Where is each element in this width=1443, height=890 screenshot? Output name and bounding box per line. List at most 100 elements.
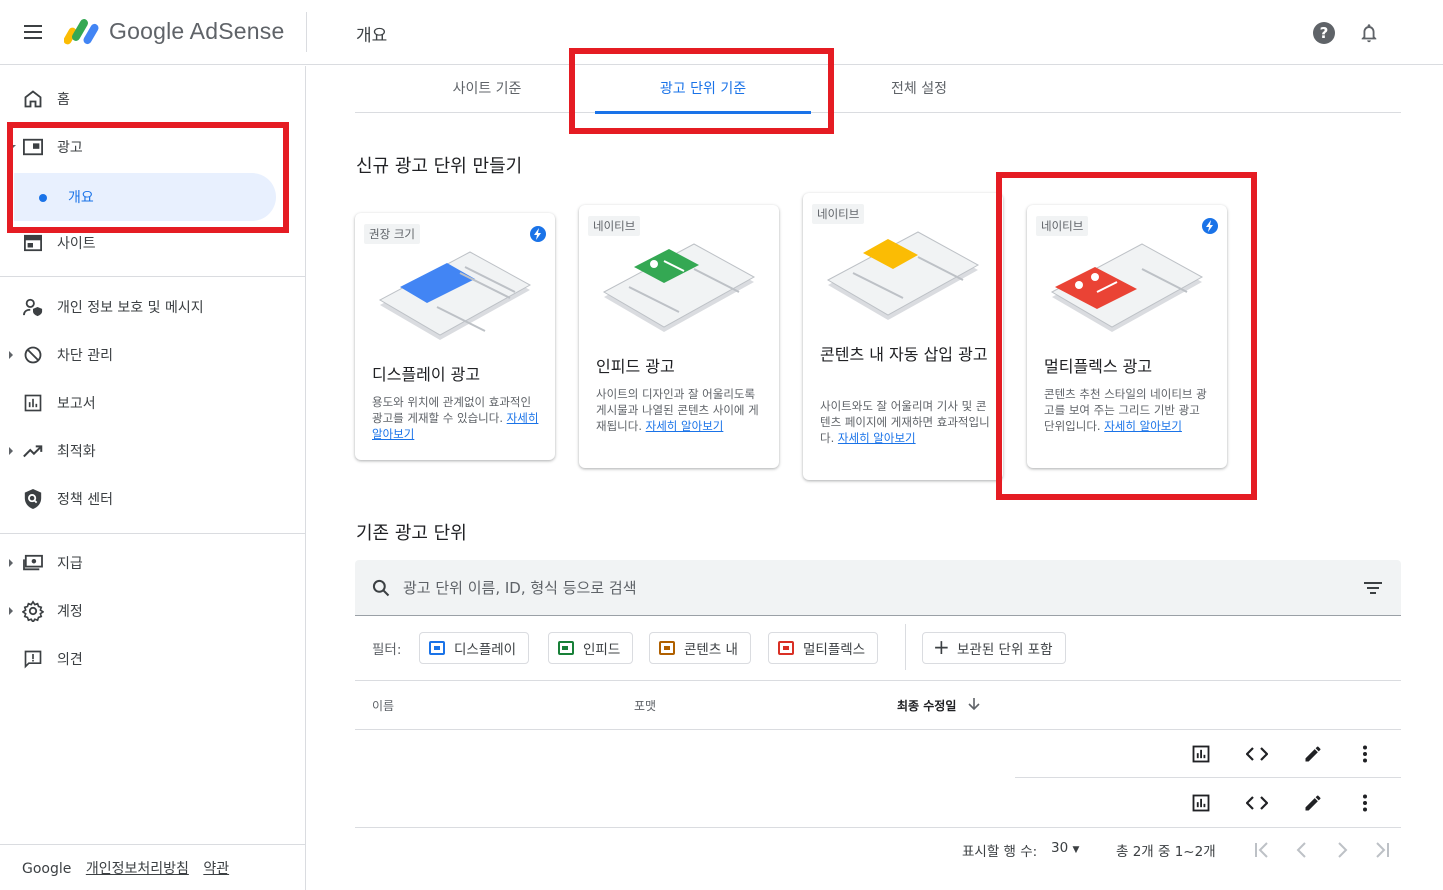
search-input[interactable]	[403, 576, 1303, 600]
notifications-icon[interactable]	[1358, 21, 1380, 45]
previous-page-icon[interactable]	[1290, 838, 1314, 862]
sidebar-item-reports[interactable]: 보고서	[0, 383, 306, 423]
filter-label: 필터:	[372, 642, 402, 658]
more-vert-icon[interactable]	[1353, 742, 1377, 766]
sidebar-item-privacy[interactable]: 개인 정보 보호 및 메시지	[0, 287, 306, 327]
privacy-icon	[22, 296, 44, 318]
sidebar-item-blocking[interactable]: 차단 관리	[0, 335, 306, 375]
sidebar-item-ads[interactable]: 광고	[0, 127, 306, 167]
phone-illustration	[378, 251, 532, 340]
sites-icon	[22, 232, 44, 254]
divider	[0, 844, 306, 845]
first-page-icon[interactable]	[1250, 838, 1274, 862]
rows-per-page-select[interactable]: 30 ▼	[1051, 840, 1079, 856]
arrow-down-icon[interactable]	[967, 697, 981, 711]
multiplex-ad-card[interactable]: 네이티브 멀티플렉스 광고 콘텐츠 추천 스타일의 네이티브 광고를 보여 주는…	[1027, 205, 1227, 468]
divider	[0, 276, 306, 277]
expand-arrow-icon	[9, 559, 13, 567]
table-row[interactable]	[355, 730, 1401, 778]
sidebar-item-payments[interactable]: 지급	[0, 543, 306, 583]
filter-chip-multiplex[interactable]: 멀티플렉스	[768, 632, 879, 664]
code-icon[interactable]	[1245, 742, 1269, 766]
code-icon[interactable]	[1245, 791, 1269, 815]
card-description: 콘텐츠 추천 스타일의 네이티브 광고를 보여 주는 그리드 기반 광고 단위입…	[1044, 387, 1207, 433]
bolt-icon	[530, 226, 546, 242]
sidebar-item-feedback[interactable]: 의견	[0, 639, 306, 679]
sidebar-item-sites[interactable]: 사이트	[0, 223, 306, 263]
report-icon[interactable]	[1189, 742, 1213, 766]
filter-chip-label: 콘텐츠 내	[684, 642, 738, 658]
divider	[306, 12, 307, 52]
sidebar-footer: Google 개인정보처리방침 약관	[22, 858, 229, 878]
card-description: 사이트와도 잘 어울리며 기사 및 콘텐츠 페이지에 게재하면 효과적입니다. …	[820, 399, 990, 445]
help-icon[interactable]: ?	[1313, 22, 1335, 44]
next-page-icon[interactable]	[1330, 838, 1354, 862]
privacy-policy-link[interactable]: 개인정보처리방침	[86, 861, 189, 877]
sidebar-item-overview[interactable]: 개요	[14, 173, 276, 221]
adsense-logo	[64, 19, 99, 45]
learn-more-link[interactable]: 자세히 알아보기	[1104, 419, 1182, 433]
card-chip: 네이티브	[1036, 216, 1089, 236]
card-title: 멀티플렉스 광고	[1044, 357, 1153, 376]
trending-up-icon	[22, 440, 44, 462]
sidebar-item-label: 보고서	[57, 396, 96, 412]
sidebar-item-label: 사이트	[57, 236, 96, 252]
top-app-bar: Google AdSense 개요 ?	[0, 0, 1443, 65]
expand-arrow-icon	[8, 145, 16, 149]
sidebar-item-account[interactable]: 계정	[0, 591, 306, 631]
filter-chip-label: 인피드	[583, 642, 621, 658]
column-last-modified[interactable]: 최종 수정일	[897, 697, 956, 714]
learn-more-link[interactable]: 자세히 알아보기	[646, 419, 724, 433]
tab-by-site[interactable]: 사이트 기준	[395, 66, 579, 113]
column-format[interactable]: 포맷	[634, 697, 656, 714]
include-archived-chip[interactable]: + 보관된 단위 포함	[922, 632, 1066, 664]
terms-link[interactable]: 약관	[203, 861, 229, 877]
report-icon[interactable]	[1189, 791, 1213, 815]
filter-chip-in-article[interactable]: 콘텐츠 내	[649, 632, 751, 664]
sidebar-item-policy-center[interactable]: 정책 센터	[0, 479, 306, 519]
last-page-icon[interactable]	[1370, 838, 1394, 862]
expand-arrow-icon	[9, 607, 13, 615]
table-row[interactable]	[355, 779, 1401, 827]
divider	[1015, 777, 1401, 778]
edit-icon[interactable]	[1301, 791, 1325, 815]
new-ad-unit-heading: 신규 광고 단위 만들기	[356, 156, 523, 177]
page-title: 개요	[356, 26, 388, 46]
menu-icon[interactable]	[21, 21, 45, 45]
filter-chip-label: 보관된 단위 포함	[957, 642, 1053, 658]
payments-icon	[22, 552, 44, 574]
filter-chip-label: 멀티플렉스	[803, 642, 866, 658]
filter-list-icon[interactable]	[1363, 580, 1383, 596]
filter-chip-infeed[interactable]: 인피드	[548, 632, 634, 664]
sidebar-item-optimization[interactable]: 최적화	[0, 431, 306, 471]
in-feed-ad-card[interactable]: 네이티브 인피드 광고 사이트의 디자인과 잘 어울리도록 게시물과 나열된 콘…	[579, 205, 779, 468]
sidebar-item-label: 개인 정보 보호 및 메시지	[57, 300, 204, 316]
expand-arrow-icon	[9, 447, 13, 455]
infeed-icon	[558, 641, 574, 655]
in-article-icon	[659, 641, 675, 655]
sidebar-item-label: 최적화	[57, 444, 96, 460]
edit-icon[interactable]	[1301, 742, 1325, 766]
sidebar-item-label: 지급	[57, 556, 83, 572]
feedback-icon	[22, 648, 44, 670]
reports-icon	[22, 392, 44, 414]
display-ad-card[interactable]: 권장 크기 디스플레이 광고 용도와 위치에 관계없이 효과적인 광고를 게재할…	[355, 213, 555, 460]
card-chip: 네이티브	[588, 216, 641, 236]
filter-chip-display[interactable]: 디스플레이	[419, 632, 530, 664]
card-description: 사이트의 디자인과 잘 어울리도록 게시물과 나열된 콘텐츠 사이에 게재됩니다…	[596, 387, 759, 433]
tab-by-ad-unit[interactable]: 광고 단위 기준	[595, 66, 811, 114]
sidebar-item-label: 광고	[57, 140, 83, 156]
existing-ad-units-heading: 기존 광고 단위	[356, 523, 467, 544]
in-article-ad-card[interactable]: 네이티브 콘텐츠 내 자동 삽입 광고 사이트와도 잘 어울리며 기사 및 콘텐…	[803, 193, 1003, 480]
learn-more-link[interactable]: 자세히 알아보기	[838, 431, 916, 445]
card-chip: 네이티브	[812, 204, 865, 224]
brand-name: Google AdSense	[109, 18, 285, 44]
card-description: 용도와 위치에 관계없이 효과적인 광고를 게재할 수 있습니다. 자세히 알아…	[372, 395, 539, 441]
google-text: Google	[22, 861, 72, 877]
column-name[interactable]: 이름	[372, 697, 394, 714]
sidebar-item-home[interactable]: 홈	[0, 79, 306, 119]
divider	[905, 624, 906, 670]
sidebar-item-label: 계정	[57, 604, 83, 620]
tab-global-settings[interactable]: 전체 설정	[827, 66, 1011, 113]
more-vert-icon[interactable]	[1353, 791, 1377, 815]
